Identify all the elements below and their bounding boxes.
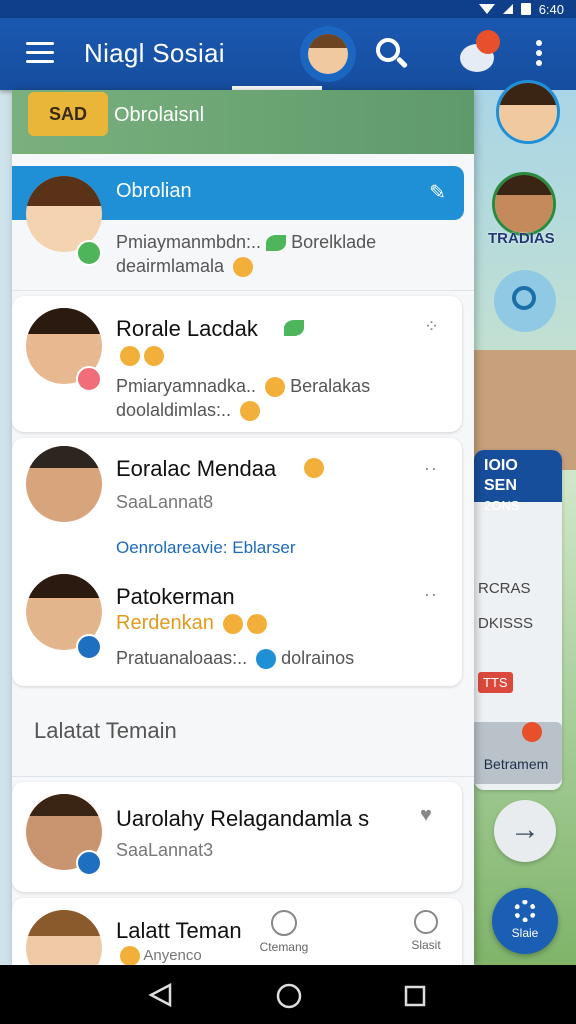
chat-name: Rorale Lacdak bbox=[116, 316, 258, 341]
emoji-icon bbox=[256, 649, 277, 670]
gear-icon bbox=[514, 900, 536, 922]
avatar bbox=[26, 446, 102, 522]
side-card-line2: DKISSS bbox=[478, 615, 534, 632]
heart-icon[interactable]: ♥ bbox=[420, 804, 432, 827]
chat-subtitle: Rerdenkan bbox=[116, 612, 268, 635]
next-arrow-button[interactable]: → bbox=[494, 800, 556, 862]
side-search-icon[interactable] bbox=[494, 270, 556, 332]
battery-icon bbox=[520, 3, 531, 15]
edit-badge-icon bbox=[76, 634, 102, 660]
online-badge-icon bbox=[76, 240, 102, 266]
friend-action-2[interactable]: Slasit bbox=[396, 910, 456, 952]
search-icon bbox=[414, 910, 438, 934]
chat-preview-line1: Pmiaymanmbdn:.. bbox=[116, 232, 262, 252]
chat-name: Patokerman bbox=[116, 584, 235, 609]
friend-name: Uarolahy Relagandamla s bbox=[116, 806, 370, 831]
signal-icon bbox=[502, 4, 513, 14]
chat-preview-extra: Beralakas bbox=[290, 376, 371, 396]
friend-subtitle: Anyenco bbox=[116, 946, 202, 965]
friend-action-1-label: Ctemang bbox=[259, 940, 309, 954]
settings-label: Slaie bbox=[511, 926, 539, 940]
chat-preview-extra: dolrainos bbox=[281, 648, 355, 668]
search-icon[interactable] bbox=[374, 36, 410, 72]
chat-preview-line1: Pratuanaloaas:.. bbox=[116, 648, 248, 668]
chat-preview-line2: deairmlamala bbox=[116, 256, 225, 276]
scene-avatar-middle[interactable] bbox=[492, 172, 556, 236]
section-title: Lalatat Temain bbox=[34, 718, 177, 743]
divider bbox=[12, 776, 474, 777]
more-dots-icon[interactable]: ·· bbox=[424, 584, 438, 605]
drawer-header: SAD Obrolaisnl bbox=[12, 90, 474, 154]
emoji-row bbox=[116, 346, 164, 366]
side-card-tag: TTS bbox=[478, 672, 513, 693]
header-title: Obrolaisnl bbox=[114, 104, 205, 126]
back-icon[interactable] bbox=[148, 983, 172, 1007]
side-card-title: IOIO SEN bbox=[484, 457, 518, 494]
friend-action-1[interactable]: Ctemang bbox=[254, 910, 314, 954]
navigation-drawer: SAD Obrolaisnl Obrolian ✎ Pmiaymanmbdn:.… bbox=[12, 90, 474, 965]
scene-avatar-top[interactable] bbox=[496, 80, 560, 144]
leaf-icon bbox=[284, 320, 304, 336]
friend-card[interactable]: Lalatt Teman Anyenco Ctemang Slasit bbox=[12, 898, 462, 965]
clock: 6:40 bbox=[538, 1, 564, 17]
friend-subtitle: SaaLannat3 bbox=[116, 840, 214, 860]
chat-preview-line1: Pmiaryamnadka.. bbox=[116, 376, 257, 396]
settings-button[interactable]: Slaie bbox=[492, 888, 558, 954]
friend-subtitle-text: Anyenco bbox=[143, 946, 202, 964]
profile-avatar[interactable] bbox=[300, 26, 356, 82]
scene-tag-label: TRADIAS bbox=[488, 230, 555, 247]
chat-preview: Pmiaymanmbdn:.. Borelklade deairmlamala bbox=[116, 230, 376, 278]
avatar bbox=[26, 910, 102, 965]
leaf-icon bbox=[266, 235, 287, 252]
friend-action-2-label: Slasit bbox=[411, 938, 441, 952]
emoji-icon bbox=[223, 613, 244, 634]
emoji-icon bbox=[240, 401, 261, 422]
chat-subtitle: SaaLannat8 bbox=[116, 492, 214, 512]
emoji-icon bbox=[120, 946, 140, 965]
friends-label: Betramem bbox=[483, 756, 549, 772]
emoji-icon bbox=[265, 377, 286, 398]
emoji-icon bbox=[304, 458, 324, 478]
chat-preview-extra: Borelklade bbox=[291, 232, 377, 252]
chat-subtitle-text: Rerdenkan bbox=[116, 612, 214, 634]
divider bbox=[12, 290, 474, 291]
app-bar: Niagl Sosiai bbox=[0, 18, 576, 90]
more-options-icon[interactable] bbox=[534, 40, 544, 70]
notification-icon[interactable] bbox=[452, 28, 504, 80]
chat-preview: Pmiaryamnadka.. Beralakas doolaldimlas:.… bbox=[116, 374, 370, 422]
edit-icon[interactable]: ✎ bbox=[429, 180, 446, 205]
circle-icon bbox=[271, 910, 297, 936]
status-icon[interactable]: ⁘ bbox=[424, 316, 440, 337]
chat-preview: Pratuanaloaas:.. dolrainos bbox=[116, 646, 354, 670]
chat-card[interactable]: Eoralac Mendaa ·· SaaLannat8 Oenrolareav… bbox=[12, 438, 462, 686]
side-card-sub: 2ONS bbox=[484, 498, 520, 513]
friend-name: Lalatt Teman bbox=[116, 918, 242, 943]
header-badge: SAD bbox=[28, 92, 108, 136]
more-dots-icon[interactable]: ·· bbox=[424, 458, 438, 479]
chat-name: Eoralac Mendaa bbox=[116, 456, 277, 481]
home-icon[interactable] bbox=[276, 983, 302, 1009]
side-card-line1: RCRAS bbox=[478, 580, 531, 597]
background-scene: TRADIAS IOIO SEN 2ONS RCRAS DKISSS TTS Be… bbox=[470, 80, 576, 965]
heart-badge-icon bbox=[76, 366, 102, 392]
system-nav-bar bbox=[0, 965, 576, 1024]
active-menu-label: Obrolian bbox=[116, 180, 192, 202]
friend-card[interactable]: Uarolahy Relagandamla s ♥ SaaLannat3 bbox=[12, 782, 462, 892]
chat-link[interactable]: Oenrolareavie: Eblarser bbox=[116, 538, 296, 558]
recents-icon[interactable] bbox=[404, 985, 426, 1007]
menu-icon[interactable] bbox=[26, 42, 54, 66]
chat-card[interactable]: Rorale Lacdak ⁘ Pmiaryamnadka.. Beralaka… bbox=[12, 296, 462, 432]
chat-preview-line2: doolaldimlas:.. bbox=[116, 400, 232, 420]
wifi-icon bbox=[478, 4, 495, 14]
edit-badge-icon bbox=[76, 850, 102, 876]
emoji-icon bbox=[233, 257, 254, 278]
friends-badge-icon bbox=[522, 722, 542, 742]
app-title: Niagl Sosiai bbox=[84, 38, 225, 68]
emoji-icon bbox=[247, 613, 268, 634]
friends-button[interactable]: Betramem bbox=[470, 722, 562, 784]
status-bar: 6:40 bbox=[0, 0, 576, 18]
